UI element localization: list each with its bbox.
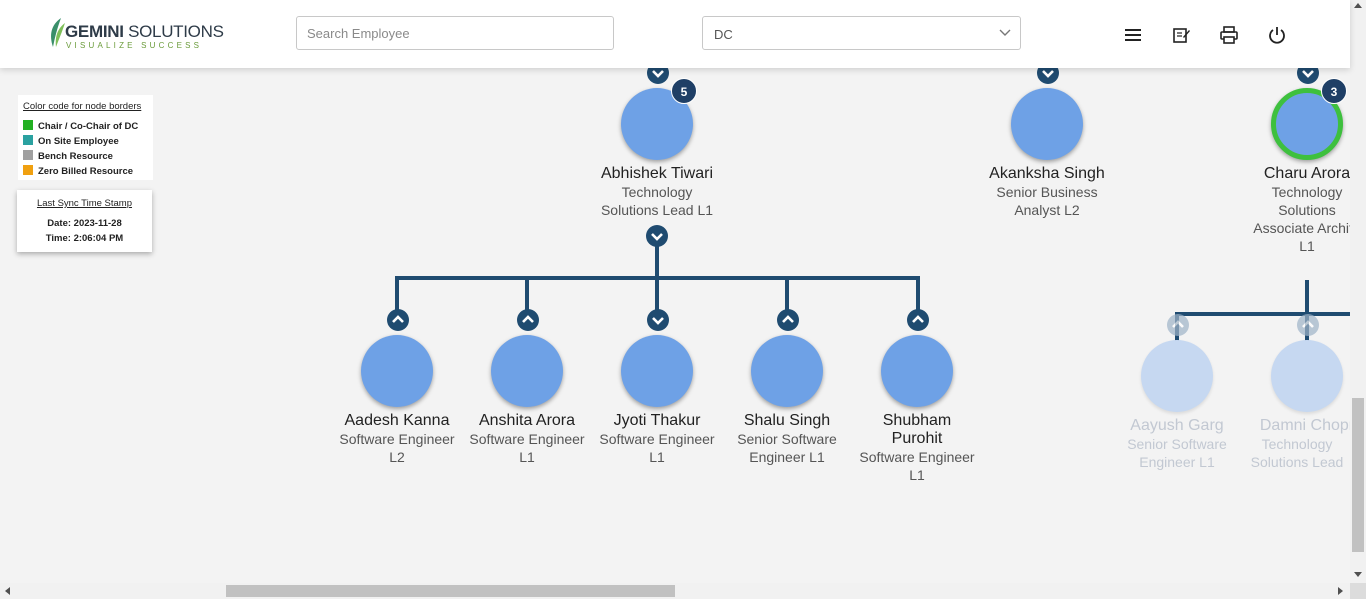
horizontal-scroll-thumb[interactable] (226, 585, 675, 597)
logo-tagline: VISUALIZE SUCCESS (66, 41, 203, 50)
legend-swatch (23, 135, 33, 145)
scroll-down-icon[interactable] (1354, 572, 1362, 577)
chevron-up-icon (392, 315, 404, 323)
sync-time: Time: 2:06:04 PM (45, 233, 124, 244)
employee-avatar[interactable] (751, 335, 823, 407)
employee-title: Technology Solutions Lead L1 (600, 184, 714, 218)
expand-toggle[interactable] (1297, 314, 1319, 336)
expand-toggle[interactable] (647, 309, 669, 331)
legend-swatch (23, 150, 33, 160)
sync-title: Last Sync Time Stamp (36, 198, 133, 209)
notes-icon[interactable] (1171, 25, 1191, 45)
employee-title: Software Engineer L1 (469, 431, 585, 465)
employee-avatar[interactable] (621, 335, 693, 407)
logo-wordmark: GEMINI SOLUTIONS (65, 22, 224, 41)
employee-avatar[interactable] (491, 335, 563, 407)
employee-name: Abhishek Tiwari (600, 165, 714, 182)
employee-name: Akanksha Singh (989, 165, 1105, 182)
expand-toggle[interactable] (1167, 314, 1189, 336)
scroll-up-icon[interactable] (1354, 3, 1362, 8)
sync-date: Date: 2023-11-28 (47, 218, 122, 229)
menu-icon[interactable] (1123, 25, 1143, 45)
employee-name: Charu Arora (1263, 165, 1350, 182)
employee-title: Software Engineer L2 (339, 431, 455, 465)
top-header: GEMINI SOLUTIONS VISUALIZE SUCCESS DC (0, 0, 1350, 68)
collapse-up-toggle[interactable] (517, 309, 539, 331)
legend-swatch (23, 120, 33, 130)
employee-name: Aadesh Kanna (344, 412, 450, 429)
chevron-up-icon (912, 315, 924, 323)
expand-toggle[interactable] (646, 225, 668, 247)
employee-name: Damni Chopr (1259, 417, 1350, 434)
employee-title: Technology Solutions Lead (1250, 436, 1344, 470)
search-employee-input[interactable] (296, 16, 614, 50)
employee-title: Senior Software Engineer L1 (737, 431, 837, 465)
last-sync-card: Last Sync Time Stamp Date: 2023-11-28 Ti… (17, 190, 152, 252)
collapse-up-toggle[interactable] (777, 309, 799, 331)
employee-name: Aayush Garg (1130, 417, 1224, 434)
chevron-up-icon (1172, 320, 1184, 328)
org-chart-canvas[interactable]: 5 Abhishek Tiwari Technology Solutions L… (0, 0, 1350, 583)
employee-title: Software Engineer L1 (859, 449, 975, 483)
reports-count-badge: 5 (671, 78, 697, 104)
leaf-logo-icon (51, 18, 65, 47)
reports-count-badge: 3 (1321, 78, 1347, 104)
employee-title: Technology Solutions Associate Archite L… (1253, 184, 1350, 254)
chevron-up-icon (782, 315, 794, 323)
chevron-down-icon (652, 317, 664, 325)
employee-name: Jyoti Thakur (613, 412, 701, 429)
employee-title: Senior Business Analyst L2 (996, 184, 1098, 218)
collapse-up-toggle[interactable] (387, 309, 409, 331)
power-icon[interactable] (1267, 25, 1287, 45)
scroll-left-icon[interactable] (5, 587, 10, 595)
chevron-up-icon (522, 315, 534, 323)
employee-name: Anshita Arora (478, 412, 576, 429)
employee-avatar[interactable] (1011, 88, 1083, 160)
chevron-up-icon (1302, 320, 1314, 328)
scrollbar-corner (1350, 583, 1366, 599)
employee-title: Software Engineer L1 (599, 431, 715, 465)
department-select-value: DC (714, 27, 733, 42)
employee-avatar[interactable] (881, 335, 953, 407)
department-select[interactable]: DC (702, 16, 1021, 50)
legend-title: Color code for node borders (23, 101, 142, 112)
vertical-scrollbar[interactable] (1350, 0, 1366, 583)
chevron-down-icon (999, 29, 1011, 36)
horizontal-scrollbar[interactable] (0, 583, 1350, 599)
print-icon[interactable] (1219, 25, 1239, 45)
employee-name: Shubham Purohit (882, 412, 952, 447)
legend-swatch (23, 165, 33, 175)
employee-avatar[interactable] (1271, 340, 1343, 412)
scroll-right-icon[interactable] (1338, 587, 1343, 595)
employee-title: Senior Software Engineer L1 (1127, 436, 1227, 470)
border-color-legend: Color code for node borders Chair / Co-C… (18, 95, 153, 180)
employee-avatar[interactable] (1141, 340, 1213, 412)
collapse-up-toggle[interactable] (907, 309, 929, 331)
chevron-down-icon (651, 233, 663, 241)
employee-avatar[interactable] (361, 335, 433, 407)
vertical-scroll-thumb[interactable] (1352, 398, 1364, 552)
employee-name: Shalu Singh (743, 412, 831, 429)
